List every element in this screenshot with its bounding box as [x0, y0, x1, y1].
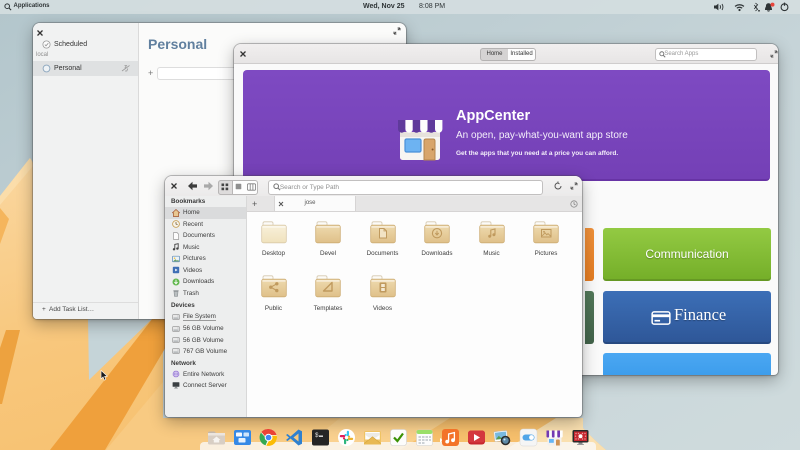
svg-text:$: $ — [315, 432, 319, 439]
